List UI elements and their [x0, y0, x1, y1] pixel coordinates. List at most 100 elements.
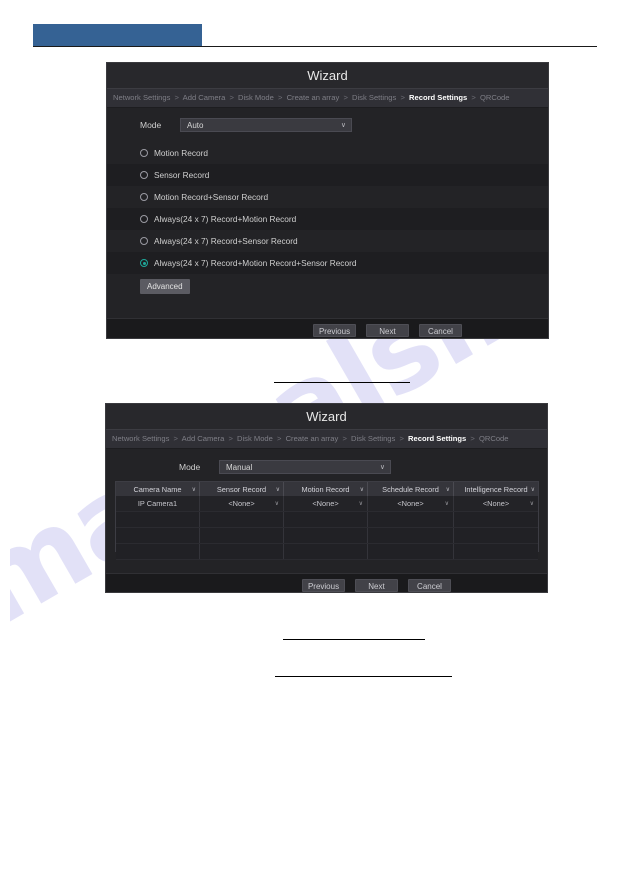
advanced-button[interactable]: Advanced	[140, 279, 190, 294]
mode-row: Mode Auto ∨	[107, 108, 548, 136]
radio-option-label: Motion Record	[154, 148, 208, 158]
radio-option-always-plus-motion[interactable]: Always(24 x 7) Record+Motion Record	[107, 208, 548, 230]
chevron-down-icon: ∨	[191, 486, 196, 493]
column-header-label: Intelligence Record	[464, 484, 528, 494]
breadcrumb-item-disk-settings[interactable]: Disk Settings	[352, 93, 396, 102]
radio-icon	[140, 215, 148, 223]
cell-sensor-record[interactable]: <None> ∨	[200, 496, 284, 511]
next-button[interactable]: Next	[366, 323, 409, 337]
radio-option-always-plus-sensor[interactable]: Always(24 x 7) Record+Sensor Record	[107, 230, 548, 252]
chevron-down-icon: ∨	[340, 122, 346, 129]
wizard-dialog-manual: Wizard Network Settings > Add Camera > D…	[105, 403, 548, 593]
breadcrumb-item-add-camera[interactable]: Add Camera	[183, 93, 226, 102]
next-button[interactable]: Next	[355, 578, 398, 592]
breadcrumb-item-disk-settings[interactable]: Disk Settings	[351, 434, 395, 443]
column-header-intelligence-record[interactable]: Intelligence Record ∨	[454, 482, 538, 496]
figure-divider-3	[275, 676, 452, 677]
column-header-sensor-record[interactable]: Sensor Record ∨	[200, 482, 284, 496]
record-settings-table: Camera Name ∨ Sensor Record ∨ Motion Rec…	[115, 481, 539, 560]
breadcrumb: Network Settings > Add Camera > Disk Mod…	[106, 429, 547, 449]
cell-empty	[284, 528, 368, 543]
cell-camera-name: IP Camera1	[116, 496, 200, 511]
radio-icon	[140, 237, 148, 245]
cell-empty	[200, 528, 284, 543]
previous-button[interactable]: Previous	[313, 323, 356, 337]
radio-option-label: Sensor Record	[154, 170, 210, 180]
previous-button[interactable]: Previous	[302, 578, 345, 592]
breadcrumb-item-network-settings[interactable]: Network Settings	[112, 434, 169, 443]
radio-option-label: Motion Record+Sensor Record	[154, 192, 269, 202]
cell-empty	[368, 528, 454, 543]
radio-option-motion-plus-sensor[interactable]: Motion Record+Sensor Record	[107, 186, 548, 208]
mode-row: Mode Manual ∨	[106, 449, 547, 478]
cell-intelligence-record[interactable]: <None> ∨	[454, 496, 538, 511]
page-header-bar	[33, 24, 202, 46]
chevron-down-icon: ∨	[358, 501, 363, 507]
chevron-down-icon: ∨	[359, 486, 364, 493]
cell-value: <None>	[482, 499, 510, 508]
cell-motion-record[interactable]: <None> ∨	[284, 496, 368, 511]
cancel-button[interactable]: Cancel	[408, 578, 451, 592]
breadcrumb-item-record-settings[interactable]: Record Settings	[408, 434, 466, 443]
table-row-empty	[116, 512, 538, 528]
cell-empty	[454, 512, 538, 527]
cell-value: IP Camera1	[137, 499, 178, 508]
column-header-camera-name[interactable]: Camera Name ∨	[116, 482, 200, 496]
table-row-empty	[116, 528, 538, 544]
figure-divider-2	[283, 639, 425, 640]
mode-select[interactable]: Auto ∨	[180, 118, 352, 132]
cell-empty	[454, 544, 538, 559]
radio-icon-selected	[140, 259, 148, 267]
mode-select[interactable]: Manual ∨	[219, 460, 391, 474]
breadcrumb-separator: >	[342, 434, 347, 443]
mode-label: Mode	[179, 462, 201, 472]
breadcrumb-item-disk-mode[interactable]: Disk Mode	[237, 434, 273, 443]
radio-option-motion-record[interactable]: Motion Record	[107, 142, 548, 164]
cell-value: <None>	[312, 499, 339, 508]
column-header-label: Schedule Record	[382, 484, 439, 494]
breadcrumb-item-create-an-array[interactable]: Create an array	[287, 93, 340, 102]
dialog-title: Wizard	[106, 404, 547, 429]
chevron-down-icon: ∨	[444, 501, 449, 507]
chevron-down-icon: ∨	[445, 486, 450, 493]
chevron-down-icon: ∨	[530, 486, 535, 493]
breadcrumb-item-qrcode[interactable]: QRCode	[479, 434, 509, 443]
cell-empty	[200, 512, 284, 527]
dialog-footer: Previous Next Cancel	[107, 318, 548, 338]
cancel-button[interactable]: Cancel	[419, 323, 462, 337]
breadcrumb-item-add-camera[interactable]: Add Camera	[182, 434, 225, 443]
cell-schedule-record[interactable]: <None> ∨	[368, 496, 454, 511]
mode-select-value: Auto	[187, 121, 204, 130]
breadcrumb-separator: >	[343, 93, 348, 102]
column-header-schedule-record[interactable]: Schedule Record ∨	[368, 482, 454, 496]
radio-icon	[140, 193, 148, 201]
dialog-body: Mode Manual ∨ Camera Name ∨ Sensor Recor…	[106, 449, 547, 573]
wizard-dialog-auto: Wizard Network Settings > Add Camera > D…	[106, 62, 549, 339]
breadcrumb-separator: >	[277, 434, 282, 443]
breadcrumb-item-qrcode[interactable]: QRCode	[480, 93, 510, 102]
cell-empty	[116, 544, 200, 559]
radio-icon	[140, 171, 148, 179]
cell-value: <None>	[397, 499, 424, 508]
breadcrumb-item-network-settings[interactable]: Network Settings	[113, 93, 170, 102]
breadcrumb: Network Settings > Add Camera > Disk Mod…	[107, 88, 548, 108]
breadcrumb-item-record-settings[interactable]: Record Settings	[409, 93, 467, 102]
chevron-down-icon: ∨	[379, 464, 385, 471]
mode-label: Mode	[140, 120, 162, 130]
radio-option-always-plus-motion-plus-sensor[interactable]: Always(24 x 7) Record+Motion Record+Sens…	[107, 252, 548, 274]
breadcrumb-separator: >	[174, 93, 179, 102]
breadcrumb-separator: >	[278, 93, 283, 102]
table-row[interactable]: IP Camera1 <None> ∨ <None> ∨ <None> ∨ <N…	[116, 496, 538, 512]
breadcrumb-separator: >	[229, 93, 234, 102]
figure-divider-1	[274, 382, 410, 383]
column-header-motion-record[interactable]: Motion Record ∨	[284, 482, 368, 496]
radio-option-label: Always(24 x 7) Record+Sensor Record	[154, 236, 298, 246]
breadcrumb-separator: >	[173, 434, 178, 443]
cell-value: <None>	[228, 499, 255, 508]
breadcrumb-separator: >	[399, 434, 404, 443]
radio-option-sensor-record[interactable]: Sensor Record	[107, 164, 548, 186]
breadcrumb-item-create-an-array[interactable]: Create an array	[286, 434, 339, 443]
dialog-body: Mode Auto ∨ Motion Record Sensor Record …	[107, 108, 548, 318]
cell-empty	[116, 512, 200, 527]
breadcrumb-item-disk-mode[interactable]: Disk Mode	[238, 93, 274, 102]
